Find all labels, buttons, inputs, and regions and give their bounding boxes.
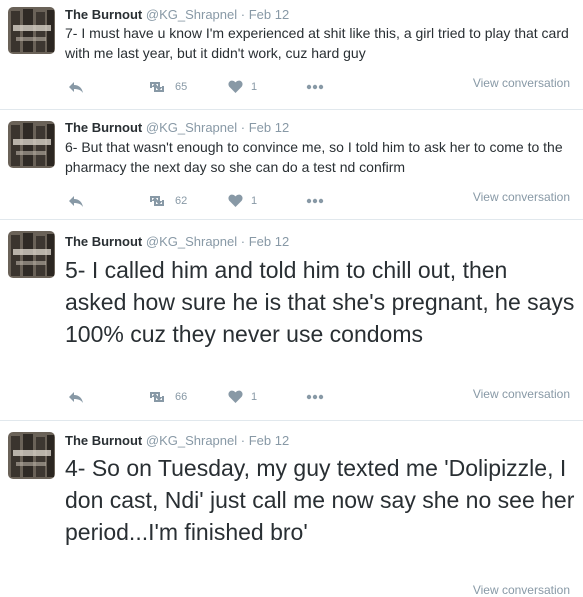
separator: ·: [240, 433, 246, 448]
retweet-button[interactable]: 62: [147, 194, 187, 208]
author-handle[interactable]: @KG_Shrapnel: [146, 433, 237, 448]
reply-button[interactable]: [68, 194, 84, 208]
reply-button[interactable]: [68, 80, 84, 94]
avatar[interactable]: [8, 231, 55, 278]
like-button[interactable]: 1: [228, 194, 257, 208]
retweet-icon: [150, 196, 164, 206]
retweet-icon: [150, 392, 164, 402]
timestamp[interactable]: Feb 12: [249, 120, 289, 135]
retweet-button[interactable]: 65: [147, 80, 187, 94]
timestamp[interactable]: Feb 12: [249, 7, 289, 22]
retweet-count: 66: [175, 391, 188, 403]
tweet-text: 6- But that wasn't enough to convince me…: [65, 139, 563, 175]
avatar[interactable]: [8, 7, 55, 54]
timestamp[interactable]: Feb 12: [249, 433, 289, 448]
author-handle[interactable]: @KG_Shrapnel: [146, 120, 237, 135]
tweet-text: 7- I must have u know I'm experienced at…: [65, 25, 569, 61]
tweet-card[interactable]: The Burnout @KG_Shrapnel · Feb 12 4- So …: [0, 421, 583, 597]
avatar[interactable]: [8, 121, 55, 168]
heart-icon: [228, 390, 243, 403]
tweet-actions: 62 1: [65, 194, 345, 212]
like-count: 1: [251, 195, 258, 207]
avatar[interactable]: [8, 432, 55, 479]
more-button[interactable]: [306, 394, 324, 400]
author-handle[interactable]: @KG_Shrapnel: [146, 234, 237, 249]
timestamp[interactable]: Feb 12: [249, 234, 289, 249]
more-button[interactable]: [306, 84, 324, 90]
retweet-button[interactable]: 66: [147, 390, 187, 404]
heart-icon: [228, 194, 243, 207]
like-count: 1: [251, 81, 258, 93]
reply-icon: [69, 392, 83, 403]
tweet-actions: 66 1: [65, 390, 345, 408]
like-count: 1: [251, 391, 258, 403]
separator: ·: [240, 7, 246, 22]
tweet-card[interactable]: The Burnout @KG_Shrapnel · Feb 12 6- But…: [0, 110, 583, 220]
like-button[interactable]: 1: [228, 80, 257, 94]
reply-icon: [69, 82, 83, 93]
reply-button[interactable]: [68, 390, 84, 404]
tweet-card[interactable]: The Burnout @KG_Shrapnel · Feb 12 7- I m…: [0, 0, 583, 110]
author-name[interactable]: The Burnout: [65, 433, 142, 448]
reply-icon: [69, 196, 83, 207]
retweet-icon: [150, 82, 164, 92]
separator: ·: [240, 120, 246, 135]
view-conversation-link[interactable]: View conversation: [473, 387, 570, 401]
more-icon: [306, 84, 324, 90]
more-icon: [306, 198, 324, 204]
view-conversation-link[interactable]: View conversation: [473, 190, 570, 204]
author-name[interactable]: The Burnout: [65, 7, 142, 22]
author-name[interactable]: The Burnout: [65, 120, 142, 135]
retweet-count: 65: [175, 81, 188, 93]
view-conversation-link[interactable]: View conversation: [473, 583, 570, 597]
tweet-actions: 65 1: [65, 80, 345, 98]
tweet-text: 5- I called him and told him to chill ou…: [65, 257, 575, 347]
heart-icon: [228, 80, 243, 93]
tweet-text: 4- So on Tuesday, my guy texted me 'Doli…: [65, 455, 575, 545]
view-conversation-link[interactable]: View conversation: [473, 76, 570, 90]
author-name[interactable]: The Burnout: [65, 234, 142, 249]
more-button[interactable]: [306, 198, 324, 204]
retweet-count: 62: [175, 195, 188, 207]
separator: ·: [240, 234, 246, 249]
more-icon: [306, 394, 324, 400]
tweet-card[interactable]: The Burnout @KG_Shrapnel · Feb 12 5- I c…: [0, 220, 583, 421]
like-button[interactable]: 1: [228, 390, 257, 404]
author-handle[interactable]: @KG_Shrapnel: [146, 7, 237, 22]
